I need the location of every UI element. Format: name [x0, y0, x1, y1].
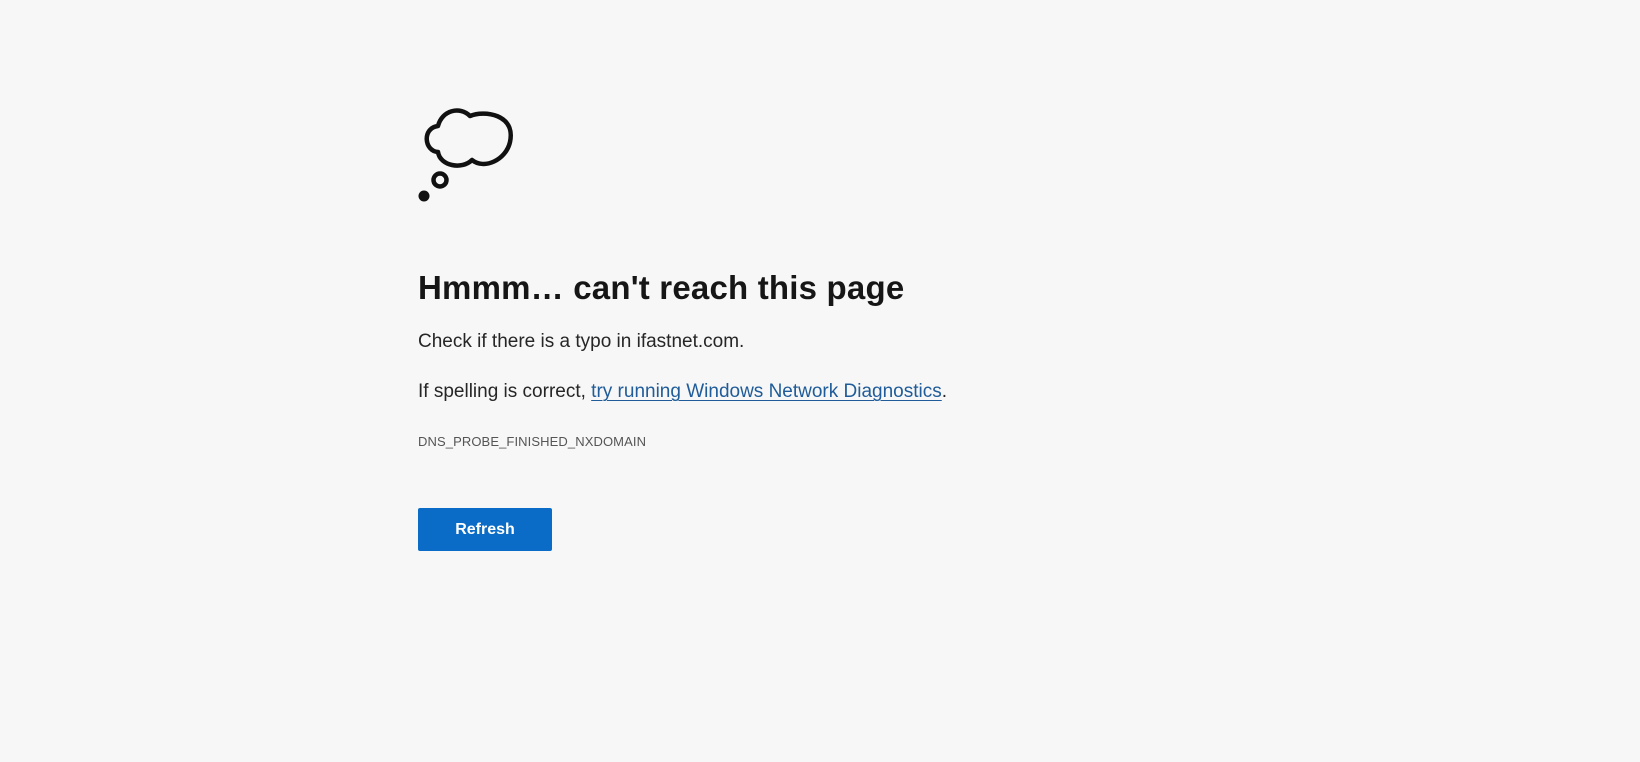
network-diagnostics-link[interactable]: try running Windows Network Diagnostics [591, 381, 942, 402]
error-content: Hmmm… can't reach this page Check if the… [418, 104, 1318, 551]
spelling-message: If spelling is correct, try running Wind… [418, 380, 1318, 404]
typo-message: Check if there is a typo in ifastnet.com… [418, 331, 745, 352]
refresh-button[interactable]: Refresh [418, 508, 552, 551]
spelling-prefix: If spelling is correct, [418, 381, 592, 402]
spelling-suffix: . [941, 381, 948, 402]
thought-cloud-icon [418, 108, 513, 202]
error-code: DNS_PROBE_FINISHED_NXDOMAIN [418, 434, 647, 449]
page-title: Hmmm… can't reach this page [418, 269, 905, 306]
